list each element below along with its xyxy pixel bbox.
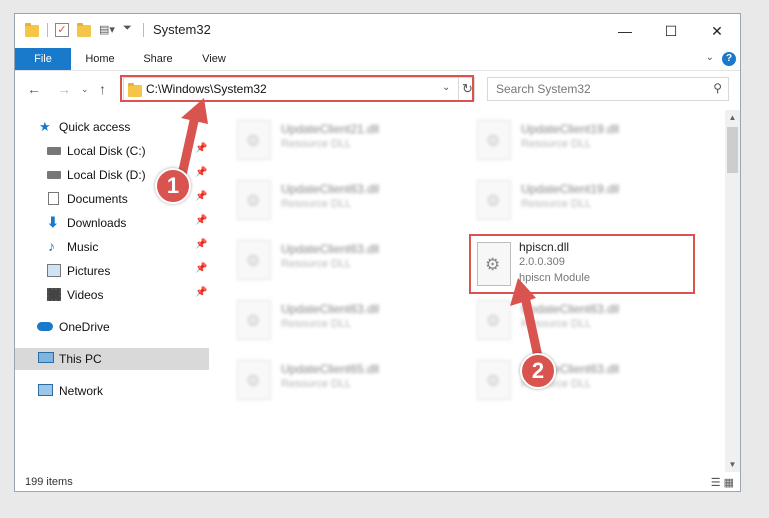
- ribbon-tabs: File Home Share View ⌄ ?: [15, 48, 740, 70]
- pin-icon[interactable]: 📌: [195, 143, 207, 154]
- dll-file-icon: [237, 120, 271, 160]
- customize-icon[interactable]: ▤▾: [99, 23, 115, 39]
- dll-file-icon: [477, 242, 511, 286]
- dll-file-icon: [477, 180, 511, 220]
- search-icon[interactable]: ⚲: [713, 81, 722, 95]
- search-input[interactable]: Search System32 ⚲: [487, 77, 729, 101]
- help-button[interactable]: ?: [722, 52, 736, 66]
- computer-icon: [38, 352, 54, 363]
- download-icon: ⬇: [47, 214, 59, 230]
- dll-file-icon: [237, 180, 271, 220]
- nav-music[interactable]: ♪ Music 📌: [15, 236, 209, 258]
- music-icon: ♪: [48, 238, 55, 254]
- pin-icon[interactable]: 📌: [195, 239, 207, 250]
- nav-downloads[interactable]: ⬇ Downloads 📌: [15, 212, 209, 234]
- file-item[interactable]: UpdateClient19.dll Resource DLL: [471, 174, 691, 226]
- dll-file-icon: [237, 300, 271, 340]
- view-toggle-icons[interactable]: ☰ ▦: [711, 476, 734, 489]
- pin-icon[interactable]: 📌: [195, 287, 207, 298]
- title-bar: ✓ ▤▾ ⏷ System32 — ☐ ✕: [15, 14, 740, 48]
- scroll-up-icon[interactable]: ▲: [725, 110, 740, 125]
- highlighted-file-item[interactable]: hpiscn.dll 2.0.0.309 hpiscn Module: [469, 234, 695, 294]
- file-item[interactable]: UpdateClient63.dll Resource DLL: [471, 294, 691, 346]
- file-item[interactable]: UpdateClient63.dll Resource DLL: [231, 294, 451, 346]
- new-folder-icon[interactable]: [77, 23, 91, 37]
- maximize-button[interactable]: ☐: [648, 14, 694, 48]
- drive-icon: [47, 171, 61, 179]
- up-icon[interactable]: ↑: [99, 81, 106, 97]
- file-version: 2.0.0.309: [519, 256, 565, 268]
- scrollbar-thumb[interactable]: [727, 127, 738, 173]
- navigation-pane: ★ Quick access Local Disk (C:) 📌 Local D…: [15, 110, 209, 470]
- address-highlight: [120, 75, 474, 102]
- file-description: hpiscn Module: [519, 272, 590, 284]
- recent-locations-icon[interactable]: ⌄: [81, 84, 89, 95]
- tab-file[interactable]: File: [15, 48, 71, 70]
- step-1-badge: 1: [155, 168, 191, 204]
- file-item[interactable]: UpdateClient63.dll Resource DLL: [471, 354, 691, 406]
- drive-icon: [47, 147, 61, 155]
- scroll-down-icon[interactable]: ▼: [725, 457, 740, 472]
- step-2-badge: 2: [520, 353, 556, 389]
- separator: [143, 23, 144, 37]
- nav-local-disk-c[interactable]: Local Disk (C:) 📌: [15, 140, 209, 162]
- pin-icon[interactable]: 📌: [195, 167, 207, 178]
- network-icon: [38, 384, 53, 396]
- search-placeholder: Search System32: [496, 82, 591, 96]
- tab-home[interactable]: Home: [75, 48, 125, 70]
- tab-share[interactable]: Share: [133, 48, 183, 70]
- folder-icon: [25, 23, 39, 37]
- pin-icon[interactable]: 📌: [195, 215, 207, 226]
- pin-icon[interactable]: 📌: [195, 191, 207, 202]
- status-bar: 199 items ☰ ▦: [15, 472, 740, 491]
- nav-onedrive[interactable]: OneDrive: [15, 316, 209, 338]
- file-list: UpdateClient21.dll Resource DLL UpdateCl…: [213, 110, 725, 470]
- separator: [47, 23, 48, 37]
- file-item[interactable]: UpdateClient65.dll Resource DLL: [231, 354, 451, 406]
- tab-view[interactable]: View: [189, 48, 239, 70]
- window-title: System32: [153, 22, 211, 37]
- file-item[interactable]: UpdateClient19.dll Resource DLL: [471, 114, 691, 166]
- properties-icon[interactable]: ✓: [55, 23, 69, 37]
- cloud-icon: [37, 322, 53, 331]
- documents-icon: [48, 192, 59, 205]
- forward-icon[interactable]: →: [57, 81, 71, 97]
- nav-pictures[interactable]: Pictures 📌: [15, 260, 209, 282]
- dll-file-icon: [237, 240, 271, 280]
- star-icon: ★: [39, 119, 51, 134]
- vertical-scrollbar[interactable]: ▲ ▼: [725, 110, 740, 472]
- back-icon[interactable]: ←: [27, 81, 41, 97]
- minimize-button[interactable]: —: [602, 14, 648, 48]
- dropdown-icon[interactable]: ⏷: [123, 22, 132, 38]
- item-count: 199 items: [25, 476, 73, 488]
- dll-file-icon: [237, 360, 271, 400]
- pictures-icon: [47, 264, 61, 277]
- dll-file-icon: [477, 360, 511, 400]
- expand-ribbon-icon[interactable]: ⌄: [706, 52, 714, 63]
- close-button[interactable]: ✕: [694, 14, 740, 48]
- dll-file-icon: [477, 120, 511, 160]
- file-item[interactable]: UpdateClient21.dll Resource DLL: [231, 114, 451, 166]
- file-name: hpiscn.dll: [519, 240, 570, 254]
- dll-file-icon: [477, 300, 511, 340]
- videos-icon: [47, 288, 61, 301]
- nav-network[interactable]: Network: [15, 380, 209, 402]
- nav-quick-access[interactable]: ★ Quick access: [15, 116, 209, 138]
- file-item[interactable]: UpdateClient63.dll Resource DLL: [231, 174, 451, 226]
- file-item[interactable]: UpdateClient63.dll Resource DLL: [231, 234, 451, 286]
- nav-this-pc[interactable]: This PC: [15, 348, 209, 370]
- pin-icon[interactable]: 📌: [195, 263, 207, 274]
- nav-videos[interactable]: Videos 📌: [15, 284, 209, 306]
